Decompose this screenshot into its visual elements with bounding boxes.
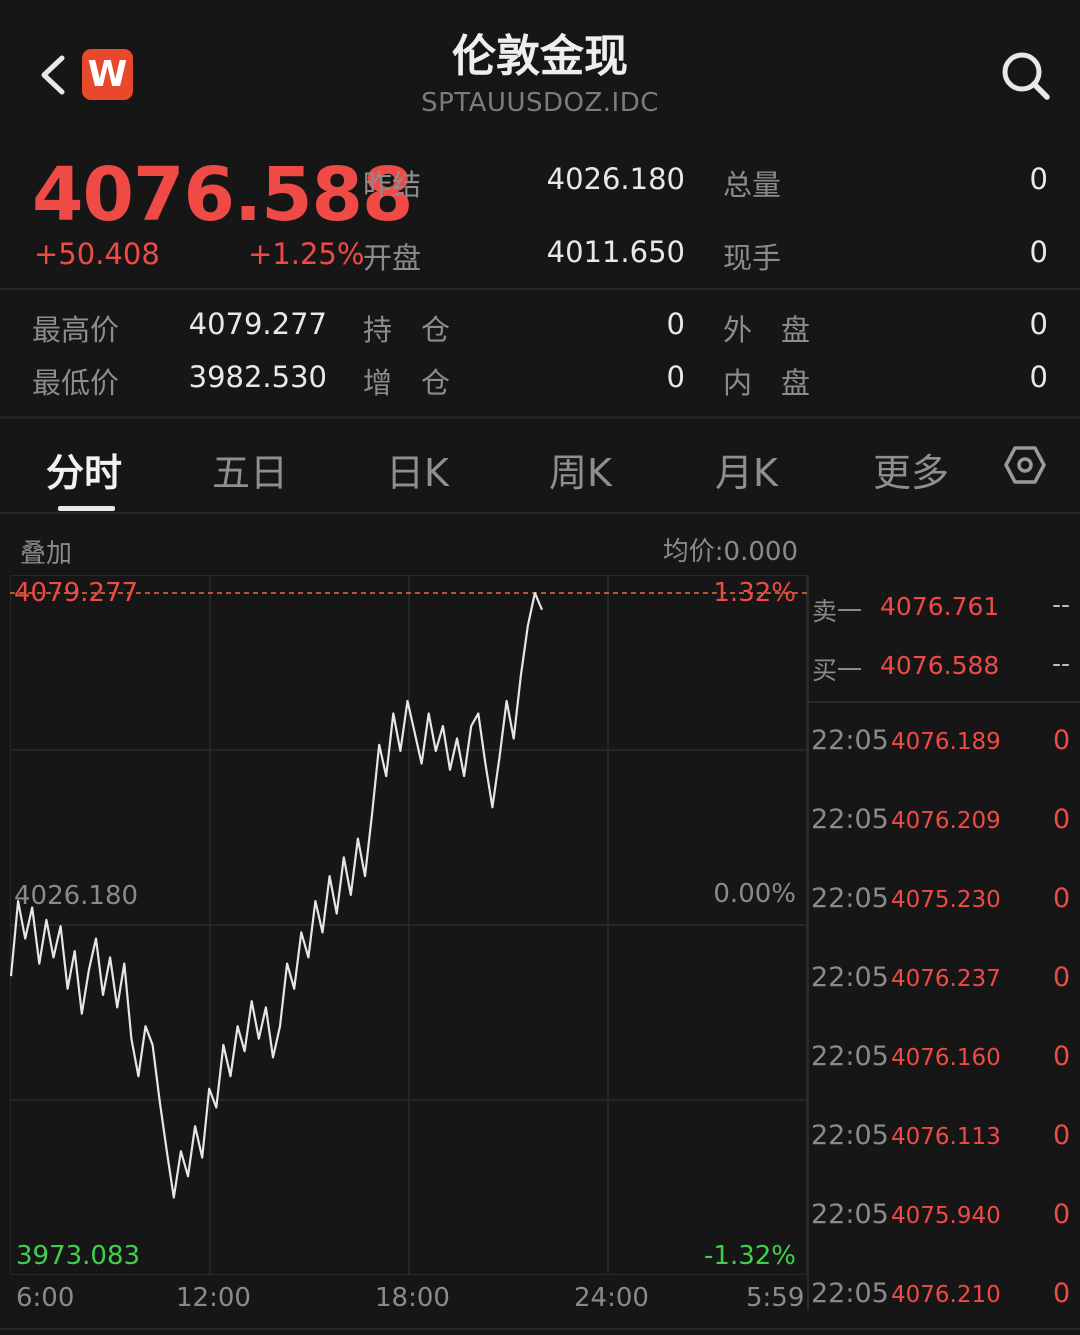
pos-add-value: 0	[666, 360, 685, 394]
open-label: 开盘	[363, 241, 422, 275]
trade-volume: 0	[1053, 725, 1071, 756]
high-label: 最高价	[32, 313, 120, 347]
intraday-chart[interactable]	[10, 575, 808, 1275]
inner-label: 内 盘	[723, 366, 811, 400]
volume-label: 总量	[723, 168, 782, 202]
overlay-button[interactable]: 叠加	[20, 533, 72, 570]
trade-price: 4075.940	[891, 1203, 1001, 1229]
active-tab-indicator	[58, 506, 115, 511]
trade-volume: 0	[1053, 804, 1071, 835]
trade-price: 4076.189	[891, 729, 1001, 755]
trade-volume: 0	[1053, 1041, 1071, 1072]
prev-close-label: 昨结	[363, 168, 422, 202]
open-value: 4011.650	[546, 235, 685, 269]
bid-label: 买一	[812, 656, 863, 685]
trade-time: 22:05	[811, 1041, 889, 1072]
trade-price: 4076.210	[891, 1282, 1001, 1308]
x-tick: 18:00	[375, 1283, 450, 1313]
volume-value: 0	[1029, 162, 1048, 196]
divider	[0, 512, 1080, 514]
tab-intraday[interactable]: 分时	[46, 442, 122, 497]
current-hand-value: 0	[1029, 235, 1048, 269]
trade-row: 22:05 4076.237 0	[811, 962, 1071, 996]
trade-volume: 0	[1053, 1199, 1071, 1230]
trade-row: 22:05 4075.940 0	[811, 1199, 1071, 1233]
divider	[807, 575, 809, 1310]
page-title: 伦敦金现	[452, 31, 628, 82]
position-label: 持 仓	[363, 313, 451, 347]
trade-time: 22:05	[811, 1120, 889, 1151]
y-label-mid: 4026.180	[14, 881, 139, 911]
chart-grid	[10, 575, 807, 1275]
outer-label: 外 盘	[723, 313, 811, 347]
trade-time: 22:05	[811, 1199, 889, 1230]
tab-monthly-k[interactable]: 月K	[715, 442, 778, 497]
y-label-top-pct: 1.32%	[713, 578, 796, 608]
trade-time: 22:05	[811, 804, 889, 835]
average-price: 均价:0.000	[662, 537, 798, 567]
trade-price: 4076.209	[891, 808, 1001, 834]
low-value: 3982.530	[188, 360, 327, 394]
divider	[0, 416, 1080, 419]
price-change: +50.408	[34, 237, 160, 271]
trade-row: 22:05 4076.210 0	[811, 1278, 1071, 1312]
last-price: 4076.588	[32, 152, 414, 238]
y-label-mid-pct: 0.00%	[713, 879, 796, 909]
tab-five-day[interactable]: 五日	[212, 442, 288, 497]
symbol-code: SPTAUUSDOZ.IDC	[421, 88, 659, 118]
trade-time: 22:05	[811, 962, 889, 993]
pos-add-label: 增 仓	[363, 366, 451, 400]
trade-time: 22:05	[811, 883, 889, 914]
tab-daily-k[interactable]: 日K	[386, 442, 449, 497]
trade-row: 22:05 4076.209 0	[811, 804, 1071, 838]
x-tick: 12:00	[176, 1283, 251, 1313]
divider	[809, 701, 1080, 703]
low-label: 最低价	[32, 366, 120, 400]
current-hand-label: 现手	[723, 241, 782, 275]
trade-time: 22:05	[811, 1278, 889, 1309]
trade-volume: 0	[1053, 1278, 1071, 1309]
x-tick: 6:00	[16, 1283, 75, 1313]
trade-row: 22:05 4075.230 0	[811, 883, 1071, 917]
trade-row: 22:05 4076.160 0	[811, 1041, 1071, 1075]
trade-time: 22:05	[811, 725, 889, 756]
x-tick: 5:59	[746, 1283, 805, 1313]
trade-row: 22:05 4076.189 0	[811, 725, 1071, 759]
prev-close-value: 4026.180	[546, 162, 685, 196]
position-value: 0	[666, 307, 685, 341]
trade-volume: 0	[1053, 883, 1071, 914]
divider	[0, 288, 1080, 290]
divider	[0, 1328, 1080, 1330]
ask-label: 卖一	[812, 597, 863, 626]
ask-price: 4076.761	[880, 592, 1000, 621]
tab-weekly-k[interactable]: 周K	[549, 442, 612, 497]
trade-volume: 0	[1053, 1120, 1071, 1151]
inner-value: 0	[1029, 360, 1048, 394]
ask-volume: --	[1051, 590, 1070, 619]
trade-volume: 0	[1053, 962, 1071, 993]
y-label-bottom: 3973.083	[16, 1241, 141, 1271]
search-icon[interactable]	[1000, 50, 1052, 102]
trade-price: 4076.160	[891, 1045, 1001, 1071]
trade-price: 4075.230	[891, 887, 1001, 913]
trade-price: 4076.237	[891, 966, 1001, 992]
high-value: 4079.277	[188, 307, 327, 341]
trade-row: 22:05 4076.113 0	[811, 1120, 1071, 1154]
trade-price: 4076.113	[891, 1124, 1001, 1150]
outer-value: 0	[1029, 307, 1048, 341]
price-change-percent: +1.25%	[248, 237, 365, 271]
bid-price: 4076.588	[880, 651, 1000, 680]
tab-more[interactable]: 更多	[873, 442, 949, 497]
y-label-bottom-pct: -1.32%	[704, 1241, 796, 1271]
bid-volume: --	[1051, 649, 1070, 678]
settings-icon[interactable]	[1004, 444, 1046, 486]
y-label-top: 4079.277	[14, 578, 139, 608]
x-tick: 24:00	[574, 1283, 649, 1313]
